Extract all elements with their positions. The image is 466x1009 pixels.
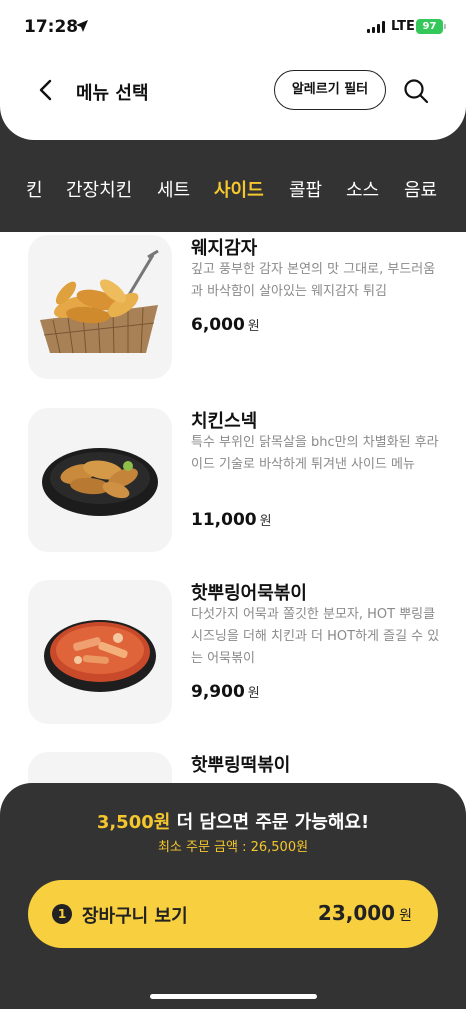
tab-drink[interactable]: 음료	[404, 176, 437, 202]
battery-tip	[444, 24, 446, 29]
menu-item-name: 치킨스넥	[191, 411, 258, 432]
network-label: LTE	[391, 19, 415, 34]
category-tabs[interactable]: 킨 간장치킨 세트 사이드 콜팝 소스 음료	[0, 140, 466, 232]
menu-item-image	[28, 235, 172, 379]
page-title: 메뉴 선택	[76, 83, 149, 104]
tab-chicken[interactable]: 킨	[26, 176, 43, 202]
header: 17:28 LTE 97 메뉴 선택 알레르기 필터	[0, 0, 466, 140]
cart-button-label: 장바구니 보기	[82, 906, 188, 927]
tab-set[interactable]: 세트	[157, 176, 190, 202]
tab-sauce[interactable]: 소스	[346, 176, 379, 202]
cart-sheet: 3,500원 더 담으면 주문 가능해요! 최소 주문 금액 : 26,500원…	[0, 783, 466, 1009]
signal-icon	[367, 21, 385, 33]
menu-item-name: 핫뿌링어묵볶이	[191, 583, 307, 604]
menu-item-name: 웨지감자	[191, 238, 258, 259]
home-indicator	[150, 994, 317, 999]
menu-item-image	[28, 580, 172, 724]
menu-item-description: 깊고 풍부한 감자 본연의 맛 그대로, 부드러움과 바삭함이 살아있는 웨지감…	[191, 262, 436, 299]
tab-side[interactable]: 사이드	[214, 176, 264, 202]
menu-item-price: 11,000 원	[191, 510, 272, 530]
min-order-amount: 최소 주문 금액 : 26,500원	[157, 840, 309, 855]
menu-item-price: 9,900 원	[191, 682, 260, 702]
menu-item-image	[28, 408, 172, 552]
view-cart-button[interactable]: 1 장바구니 보기 23,000 원	[28, 880, 438, 948]
tab-soy-chicken[interactable]: 간장치킨	[66, 176, 132, 202]
location-arrow-icon	[76, 20, 88, 32]
order-notice: 3,500원 더 담으면 주문 가능해요!	[96, 812, 370, 833]
status-time: 17:28	[24, 17, 79, 37]
menu-item-description: 특수 부위인 닭목살을 bhc만의 차별화된 후라이드 기술로 바삭하게 튀겨낸…	[191, 435, 439, 472]
allergy-filter-button[interactable]: 알레르기 필터	[274, 70, 386, 110]
menu-item-name: 핫뿌링떡볶이	[191, 755, 291, 776]
search-icon[interactable]	[402, 77, 430, 105]
menu-item-description: 다섯가지 어묵과 쫄깃한 분모자, HOT 뿌링클 시즈닝을 더해 치킨과 더 …	[191, 607, 440, 666]
menu-list[interactable]: 웨지감자 깊고 풍부한 감자 본연의 맛 그대로, 부드러움과 바삭함이 살아있…	[0, 140, 466, 896]
battery-icon: 97	[416, 19, 443, 34]
tab-colpop[interactable]: 콜팝	[289, 176, 322, 202]
back-icon[interactable]	[34, 77, 60, 103]
cart-total: 23,000 원	[317, 901, 412, 925]
menu-item-price: 6,000 원	[191, 315, 260, 335]
cart-count-badge: 1	[52, 904, 72, 924]
